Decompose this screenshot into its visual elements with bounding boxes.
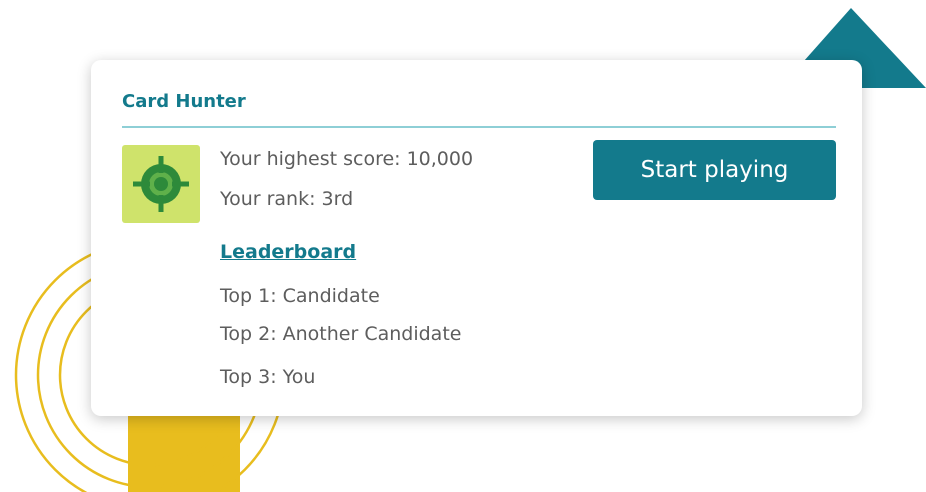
rank-text: Your rank: 3rd — [220, 188, 354, 210]
card-title: Card Hunter — [122, 91, 246, 112]
leaderboard-entry-1: Top 1: Candidate — [220, 285, 380, 307]
highest-score-text: Your highest score: 10,000 — [220, 148, 474, 170]
crosshair-target-icon — [122, 145, 200, 223]
leaderboard-entry-2: Top 2: Another Candidate — [220, 323, 462, 345]
leaderboard-entry-3: Top 3: You — [220, 366, 316, 388]
leaderboard-link[interactable]: Leaderboard — [220, 240, 356, 264]
start-playing-button[interactable]: Start playing — [593, 140, 836, 200]
game-card: Card Hunter Your highest score: 10,000 Y… — [91, 60, 862, 416]
title-divider — [122, 126, 836, 128]
